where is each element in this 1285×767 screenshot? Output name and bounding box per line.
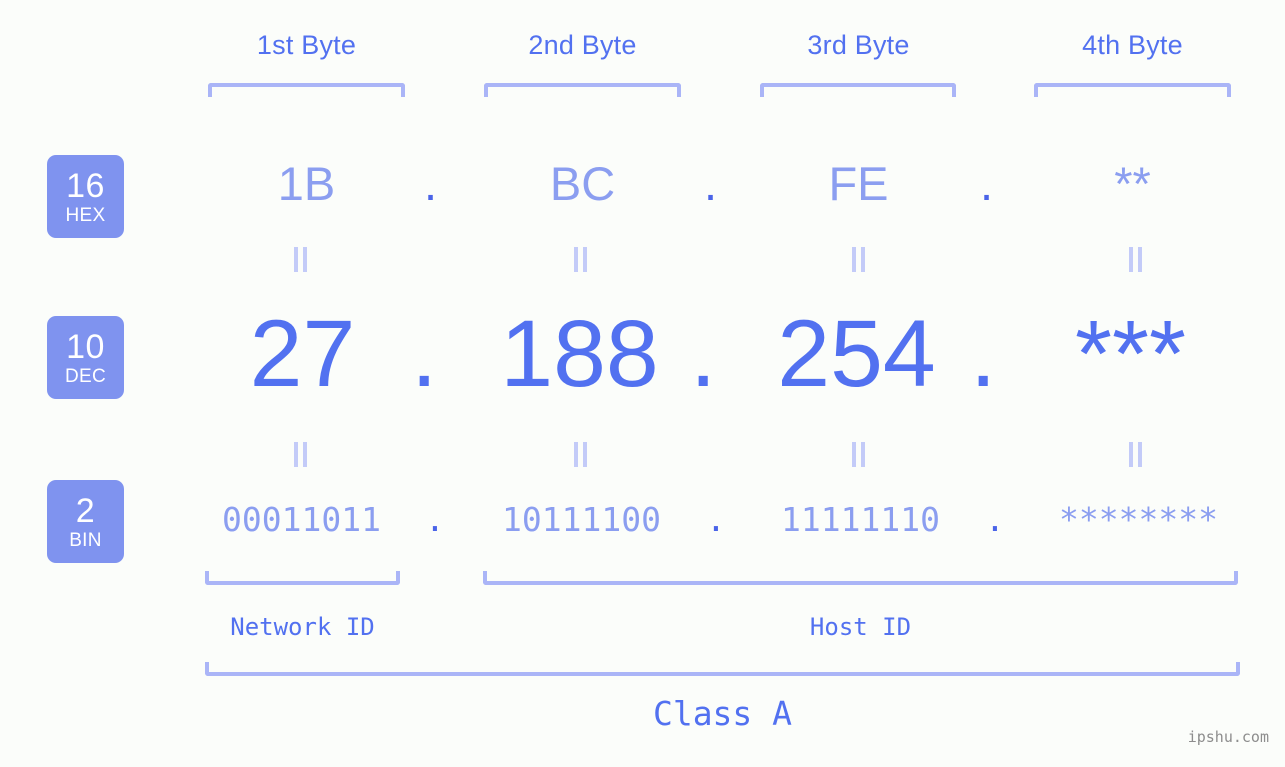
bin-byte-4: ******** (1059, 500, 1218, 539)
dec-byte-3: 254 (777, 301, 936, 407)
dec-separator-2: . (690, 301, 717, 407)
hex-separator-3: . (980, 157, 994, 210)
hex-byte-2: BC (549, 157, 616, 210)
bracket-byte-2 (484, 83, 681, 97)
equals-connector-dec-bin-4 (1128, 442, 1144, 467)
equals-connector-hex-dec-4 (1128, 247, 1144, 272)
bin-byte-2: 10111100 (502, 500, 661, 539)
bracket-network-id (205, 571, 400, 585)
base-badge-hex: 16 HEX (47, 155, 124, 238)
base-badge-bin-label: BIN (69, 529, 102, 551)
base-badge-hex-number: 16 (66, 166, 105, 205)
dec-separator-3: . (970, 301, 997, 407)
base-badge-bin-number: 2 (75, 491, 96, 530)
hex-byte-3: FE (828, 157, 889, 210)
equals-connector-hex-dec-2 (573, 247, 589, 272)
base-badge-dec-number: 10 (66, 327, 105, 366)
hex-byte-1: 1B (277, 157, 336, 210)
bin-byte-3: 11111110 (781, 500, 940, 539)
base-badge-bin: 2 BIN (47, 480, 124, 563)
bin-separator-2: . (706, 500, 726, 539)
bracket-class (205, 662, 1240, 676)
byte-header-2: 2nd Byte (528, 30, 637, 60)
byte-header-1: 1st Byte (256, 30, 357, 60)
equals-connector-dec-bin-2 (573, 442, 589, 467)
equals-connector-hex-dec-3 (851, 247, 867, 272)
equals-connector-hex-dec-1 (293, 247, 309, 272)
byte-header-3: 3rd Byte (807, 30, 910, 60)
network-id-label: Network ID (230, 613, 375, 641)
base-badge-hex-label: HEX (65, 204, 106, 226)
dec-byte-2: 188 (500, 301, 659, 407)
hex-separator-2: . (704, 157, 718, 210)
dec-byte-4: *** (1075, 301, 1186, 407)
equals-connector-dec-bin-1 (293, 442, 309, 467)
dec-separator-1: . (411, 301, 438, 407)
site-watermark: ipshu.com (1187, 728, 1269, 746)
host-id-label: Host ID (809, 613, 912, 641)
bracket-byte-1 (208, 83, 405, 97)
bracket-host-id (483, 571, 1238, 585)
dec-byte-1: 27 (249, 301, 356, 407)
hex-byte-4: ** (1114, 157, 1151, 210)
bin-separator-1: . (425, 500, 445, 539)
byte-header-4: 4th Byte (1082, 30, 1183, 60)
bin-separator-3: . (985, 500, 1005, 539)
equals-connector-dec-bin-3 (851, 442, 867, 467)
hex-separator-1: . (424, 157, 438, 210)
class-label: Class A (652, 694, 793, 733)
base-badge-dec-label: DEC (64, 365, 106, 387)
ip-breakdown-diagram: 1st Byte 2nd Byte 3rd Byte 4th Byte 16 H… (0, 0, 1285, 767)
bin-byte-1: 00011011 (222, 500, 381, 539)
bracket-byte-3 (760, 83, 956, 97)
bracket-byte-4 (1034, 83, 1231, 97)
base-badge-dec: 10 DEC (47, 316, 124, 399)
